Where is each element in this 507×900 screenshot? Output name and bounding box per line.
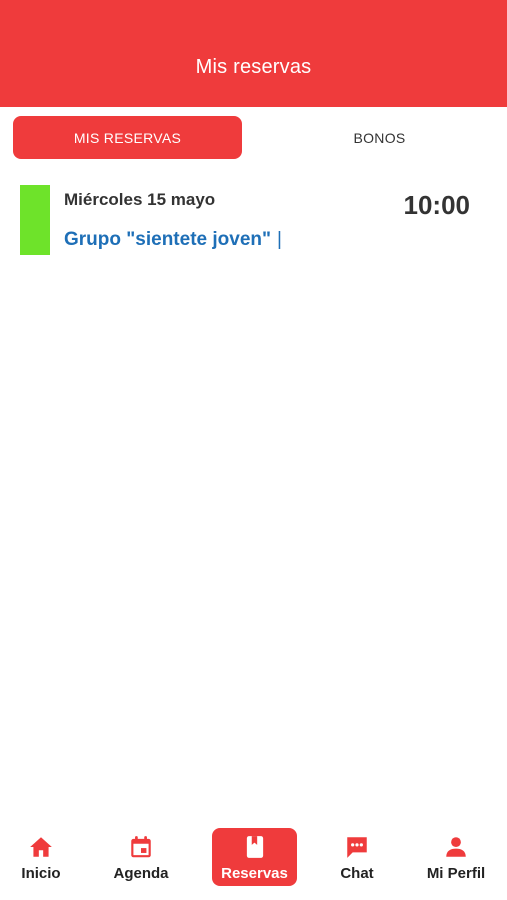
tab-mis-reservas[interactable]: MIS RESERVAS bbox=[13, 116, 242, 159]
tab-bonos[interactable]: BONOS bbox=[265, 116, 494, 159]
nav-item-mi-perfil[interactable]: Mi Perfil bbox=[420, 828, 492, 886]
app-screen: Mis reservas MIS RESERVAS BONOS Miércole… bbox=[0, 0, 507, 900]
calendar-icon bbox=[131, 836, 151, 858]
nav-label-agenda: Agenda bbox=[113, 865, 169, 882]
reservation-title[interactable]: Grupo "sientete joven" bbox=[64, 229, 271, 250]
bottom-navigation: Inicio Agenda Reservas Chat Mi Perfil bbox=[0, 822, 507, 900]
nav-item-chat[interactable]: Chat bbox=[325, 828, 389, 886]
reservation-title-row: Grupo "sientete joven" | bbox=[64, 229, 282, 251]
nav-label-inicio: Inicio bbox=[21, 865, 61, 882]
reservation-time: 10:00 bbox=[403, 190, 471, 220]
nav-item-agenda[interactable]: Agenda bbox=[107, 828, 175, 886]
reservation-item[interactable]: Miércoles 15 mayo 10:00 Grupo "sientete … bbox=[20, 185, 480, 257]
reservation-date: Miércoles 15 mayo bbox=[64, 190, 216, 209]
nav-label-mi-perfil: Mi Perfil bbox=[426, 865, 486, 882]
reservation-color-bar bbox=[20, 185, 50, 255]
reservation-title-suffix: | bbox=[277, 229, 282, 250]
nav-label-chat: Chat bbox=[340, 865, 374, 882]
nav-item-reservas[interactable]: Reservas bbox=[212, 828, 297, 886]
nav-item-inicio[interactable]: Inicio bbox=[10, 828, 72, 886]
home-icon bbox=[30, 837, 52, 857]
app-header: Mis reservas bbox=[0, 0, 507, 107]
bookmark-book-icon bbox=[246, 836, 263, 858]
chat-bubble-icon bbox=[347, 837, 367, 858]
person-icon bbox=[446, 837, 466, 857]
page-title: Mis reservas bbox=[195, 56, 312, 78]
segmented-tabs: MIS RESERVAS BONOS bbox=[13, 116, 494, 159]
nav-label-reservas: Reservas bbox=[221, 865, 288, 882]
